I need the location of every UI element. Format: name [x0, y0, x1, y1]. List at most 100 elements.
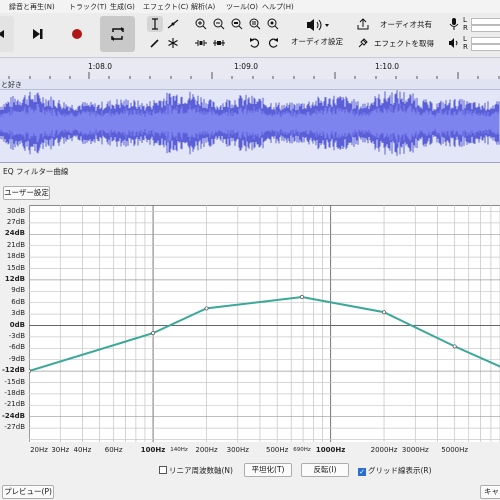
- play-meter-r: R: [463, 43, 468, 51]
- linear-freq-checkbox[interactable]: リニア周波数軸(N): [159, 465, 233, 476]
- eq-control-point[interactable]: [300, 295, 304, 299]
- eq-curve-svg: [29, 205, 500, 442]
- x-axis-label: 1000Hz: [315, 446, 346, 454]
- linear-freq-label: リニア周波数軸(N): [169, 466, 233, 475]
- zoom-out-button[interactable]: [211, 16, 227, 32]
- menu-help[interactable]: ヘルプ(H): [262, 2, 294, 12]
- menu-analyze[interactable]: 解析(A): [191, 2, 215, 12]
- eq-control-point[interactable]: [151, 331, 156, 336]
- share-audio-button[interactable]: オーディオ共有: [354, 16, 442, 32]
- preview-button[interactable]: プレビュー(P): [2, 485, 54, 499]
- undo-button[interactable]: [247, 35, 263, 51]
- eq-panel-title: EQ フィルター曲線: [3, 167, 69, 176]
- flatten-button[interactable]: 平坦化(T): [244, 463, 292, 477]
- eq-control-point[interactable]: [204, 306, 209, 311]
- y-axis-label: 27dB: [6, 217, 25, 226]
- eq-curve-plot[interactable]: [29, 205, 500, 442]
- audio-setup-button[interactable]: オーディオ設定: [291, 16, 343, 52]
- ruler-tick-3: 1:10.0: [375, 62, 399, 71]
- envelope-tool-button[interactable]: [165, 16, 181, 32]
- silence-icon: [213, 40, 225, 46]
- eq-control-point[interactable]: [382, 310, 386, 315]
- x-axis-label: 140Hz: [170, 447, 188, 453]
- y-axis-label: 3dB: [11, 309, 25, 318]
- eq-control-point[interactable]: [29, 369, 31, 374]
- y-axis-label: -3dB: [8, 331, 25, 340]
- y-axis-label: 24dB: [4, 229, 25, 238]
- silence-button[interactable]: [211, 35, 227, 51]
- fit-project-button[interactable]: [247, 16, 263, 32]
- skip-end-icon: [33, 29, 43, 39]
- zoom-out-icon: [213, 18, 225, 30]
- y-axis-label: 12dB: [4, 274, 25, 283]
- trim-button[interactable]: [193, 35, 209, 51]
- record-meter-r: R: [463, 24, 468, 32]
- zoom-toggle-button[interactable]: [265, 16, 281, 32]
- timeline-ruler[interactable]: 1:08.0 1:09.0 1:10.0: [0, 57, 500, 80]
- redo-icon: [268, 38, 278, 48]
- play-meter-bar-r[interactable]: [471, 44, 500, 51]
- loop-icon: [111, 27, 124, 41]
- y-axis-label: -12dB: [2, 366, 25, 375]
- record-meter-bar-r[interactable]: [471, 25, 500, 32]
- y-axis-label: -15dB: [4, 377, 25, 386]
- menu-tracks[interactable]: トラック(T): [69, 2, 107, 12]
- waveform-area[interactable]: [0, 90, 500, 163]
- cancel-button[interactable]: キャ: [480, 485, 500, 499]
- loop-button[interactable]: [100, 16, 135, 52]
- skip-end-button[interactable]: [22, 16, 52, 52]
- grid-check-box[interactable]: ✓: [358, 468, 366, 476]
- record-meter-bar-l[interactable]: [471, 18, 500, 25]
- y-axis-label: 15dB: [6, 263, 25, 272]
- trim-icon: [195, 40, 207, 46]
- menu-tools[interactable]: ツール(O): [226, 2, 258, 12]
- share-audio-label: オーディオ共有: [380, 20, 432, 29]
- linear-freq-box[interactable]: [159, 466, 167, 474]
- asterisk-icon: [168, 38, 178, 48]
- record-icon: [72, 29, 82, 39]
- get-effects-button[interactable]: エフェクトを取得: [354, 35, 442, 51]
- redo-button[interactable]: [265, 35, 281, 51]
- grid-label: グリッド線表示(R): [368, 466, 432, 475]
- grid-checkbox[interactable]: ✓ グリッド線表示(R): [358, 465, 432, 476]
- invert-button[interactable]: 反転(I): [301, 463, 349, 477]
- zoom-fit-icon: [249, 18, 261, 30]
- clip-title-bar[interactable]: と好き: [0, 79, 500, 90]
- x-axis-label: 30Hz: [51, 446, 70, 454]
- menu-effect[interactable]: エフェクト(C): [143, 2, 188, 12]
- speaker-icon: [307, 19, 329, 31]
- x-axis-label: 20Hz: [30, 446, 48, 454]
- envelope-icon: [167, 19, 179, 29]
- pencil-icon: [150, 39, 159, 48]
- y-axis-label: 9dB: [11, 286, 25, 295]
- menu-generate[interactable]: 生成(G): [110, 2, 135, 12]
- x-axis-label: 100Hz: [140, 446, 166, 454]
- draw-tool-button[interactable]: [147, 35, 163, 51]
- record-meter-button[interactable]: [447, 16, 461, 32]
- y-axis-label: -24dB: [2, 411, 25, 420]
- y-axis-label: -27dB: [4, 423, 25, 432]
- y-axis-label: 18dB: [6, 252, 25, 261]
- select-tool-button[interactable]: [147, 16, 163, 32]
- y-axis-label: 30dB: [6, 206, 25, 215]
- menu-transport[interactable]: 録音と再生(N): [9, 2, 55, 12]
- share-icon: [357, 18, 369, 30]
- undo-icon: [250, 38, 260, 48]
- skip-start-button[interactable]: [0, 16, 14, 52]
- ruler-tick-1: 1:08.0: [88, 62, 112, 71]
- y-axis-label: 0dB: [9, 320, 25, 329]
- skip-start-icon: [0, 30, 4, 38]
- x-axis-label: 40Hz: [73, 446, 92, 454]
- play-meter-bar-l[interactable]: [471, 37, 500, 44]
- x-axis-label: 3000Hz: [401, 446, 429, 454]
- zoom-in-icon: [195, 18, 207, 30]
- y-axis-label: -9dB: [8, 354, 25, 363]
- play-meter-button[interactable]: [447, 35, 461, 51]
- eq-control-point[interactable]: [452, 344, 457, 349]
- i-beam-icon: [152, 18, 158, 30]
- fit-selection-button[interactable]: [229, 16, 245, 32]
- multi-tool-button[interactable]: [165, 35, 181, 51]
- record-button[interactable]: [60, 16, 94, 52]
- zoom-in-button[interactable]: [193, 16, 209, 32]
- user-preset-button[interactable]: ユーザー設定: [3, 186, 50, 200]
